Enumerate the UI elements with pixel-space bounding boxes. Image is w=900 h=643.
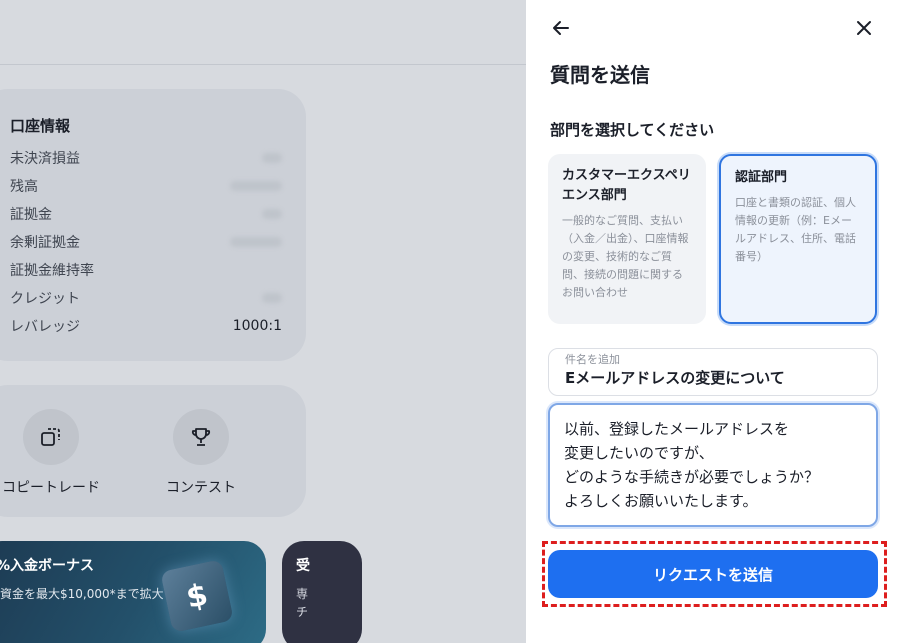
submit-question-panel: 質問を送信 部門を選択してください カスタマーエクスペリエンス部門 一般的なご質… [526,0,900,643]
account-info-card: 口座情報 未決済損益 残高 証拠金 余剰証拠金 証拠金維持率 クレジット レバレ… [0,89,306,361]
account-row-label: レバレッジ [10,319,80,335]
department-description: 口座と書類の認証、個人情報の更新（例：Eメールアドレス、住所、電話番号） [735,196,856,263]
department-option-verification[interactable]: 認証部門 口座と書類の認証、個人情報の更新（例：Eメールアドレス、住所、電話番号… [719,154,877,324]
account-row-label: 証拠金 [10,207,52,223]
masked-value [262,293,282,303]
masked-value [262,153,282,163]
deposit-bonus-banner: %入金ボーナス 資金を最大$10,000*まで拡大 $ [0,541,266,643]
dollar-cube-icon: $ [160,559,234,633]
account-row-label: 余剰証拠金 [10,235,80,251]
account-info-title: 口座情報 [10,117,71,135]
account-row: 未決済損益 [10,148,282,168]
trophy-icon [173,409,229,465]
divider [0,64,526,65]
arrow-left-icon[interactable] [548,15,574,41]
account-row: 証拠金 [10,204,282,224]
department-title: カスタマーエクスペリエンス部門 [562,168,691,203]
masked-value [230,237,282,247]
account-row-label: 残高 [10,179,38,195]
banner-title: 受 [296,558,310,574]
subject-field[interactable]: 件名を追加 Eメールアドレスの変更について [548,348,878,396]
promo-banner: 受 専チ [282,541,362,643]
department-description: 一般的なご質問、支払い（入金／出金）、口座情報の変更、技術的なご質問、接続の問題… [562,214,689,299]
account-row: 残高 [10,176,282,196]
subject-placeholder: 件名を追加 [565,353,620,366]
account-row: クレジット [10,288,282,308]
contest-button: コンテスト [166,409,236,497]
account-row: 証拠金維持率 [10,260,282,280]
banner-title: %入金ボーナス [0,558,95,574]
close-icon[interactable] [851,15,877,41]
submit-request-button[interactable]: リクエストを送信 [548,550,878,598]
leverage-value: 1000:1 [232,318,282,334]
account-row: レバレッジ 1000:1 [10,316,282,336]
account-row-label: 未決済損益 [10,151,80,167]
banner-subtitle: 専チ [296,587,309,619]
masked-value [230,181,282,191]
copy-trade-button: コピートレード [2,409,100,497]
tools-card: コピートレード コンテスト [0,385,306,517]
message-textarea[interactable]: 以前、登録したメールアドレスを 変更したいのですが、 どのような手続きが必要でし… [548,403,878,527]
masked-value [262,209,282,219]
background-app: 口座情報 未決済損益 残高 証拠金 余剰証拠金 証拠金維持率 クレジット レバレ… [0,0,526,643]
subject-value: Eメールアドレスの変更について [565,369,785,387]
account-row: 余剰証拠金 [10,232,282,252]
banner-subtitle: 資金を最大$10,000*まで拡大 [0,587,164,601]
page-title: 質問を送信 [550,63,650,87]
contest-label: コンテスト [166,480,236,496]
copy-trade-label: コピートレード [2,480,100,496]
department-option-customer-experience[interactable]: カスタマーエクスペリエンス部門 一般的なご質問、支払い（入金／出金）、口座情報の… [548,154,706,324]
department-title: 認証部門 [735,170,788,185]
account-row-label: クレジット [10,291,80,307]
masked-value [262,265,282,275]
department-label: 部門を選択してください [550,121,715,139]
account-row-label: 証拠金維持率 [10,263,94,279]
copy-icon [23,409,79,465]
